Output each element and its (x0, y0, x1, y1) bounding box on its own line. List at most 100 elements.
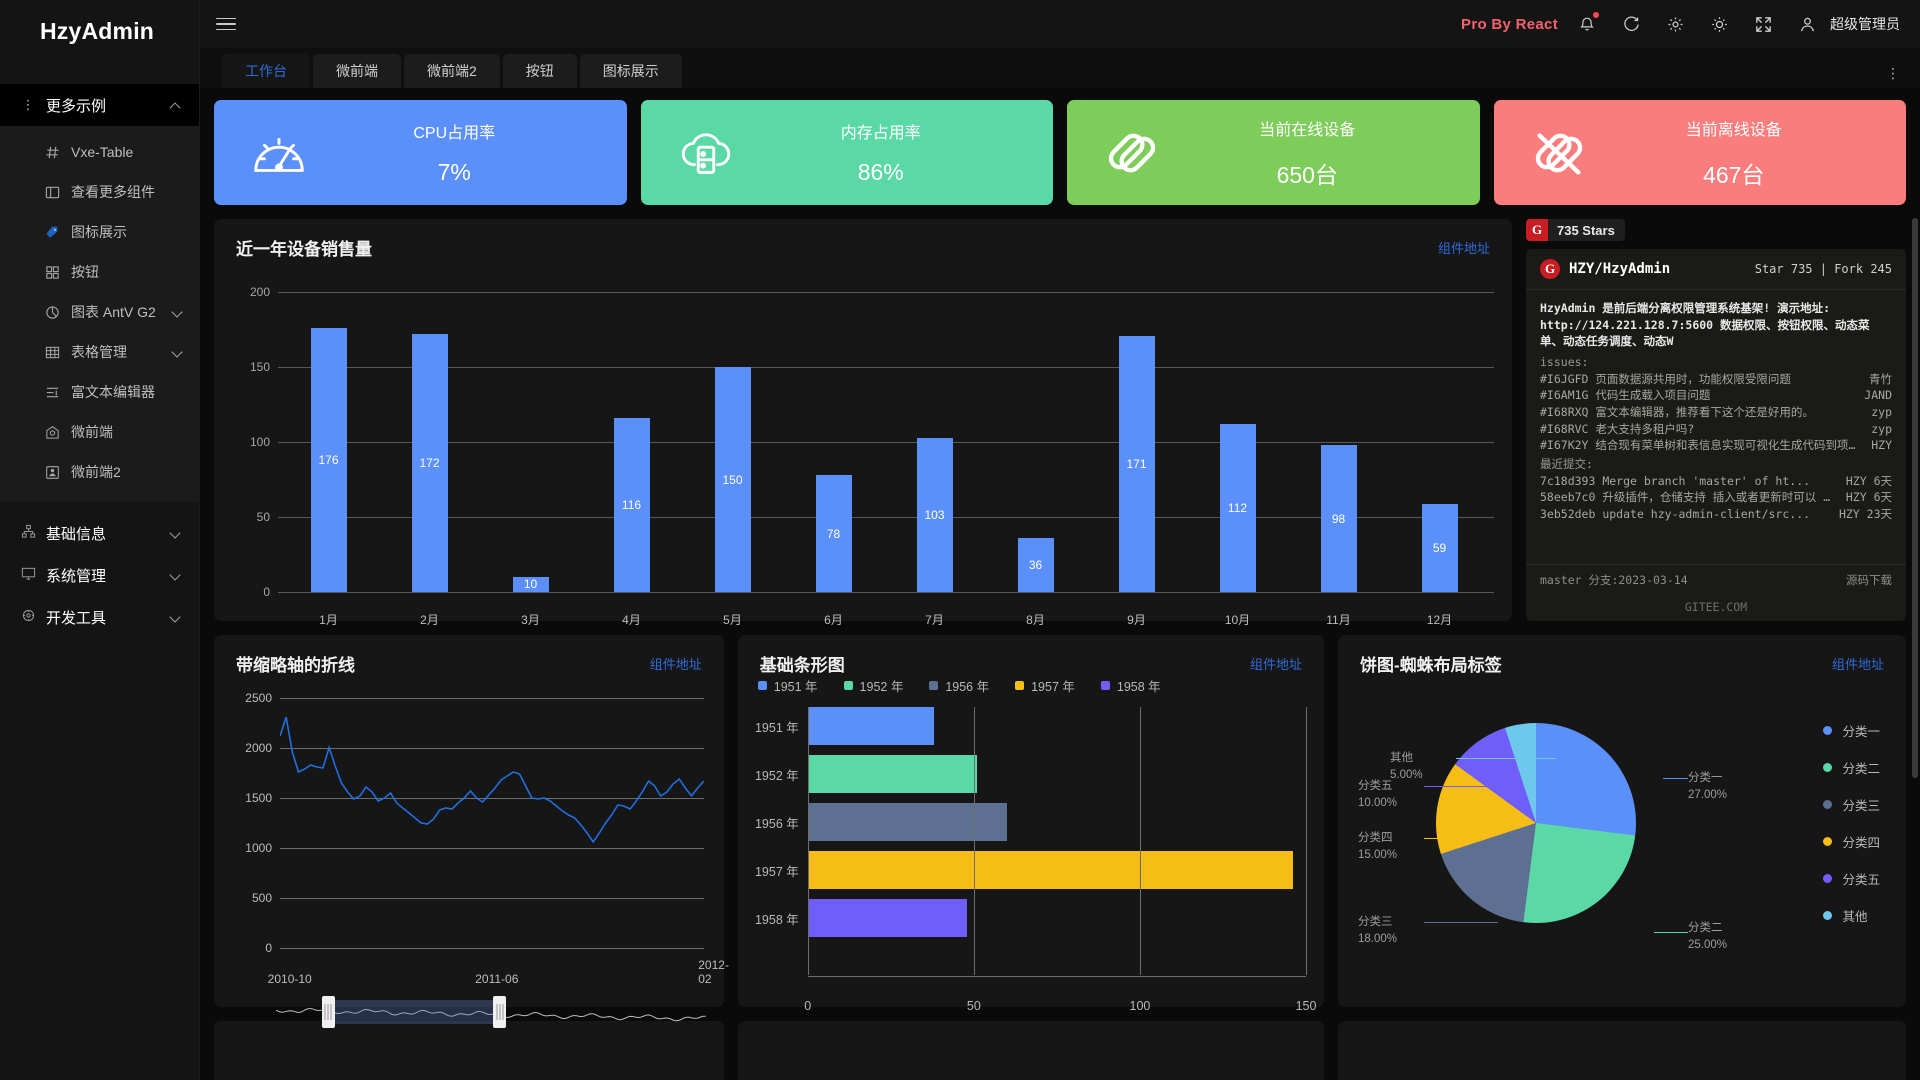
bar[interactable] (807, 755, 978, 793)
pro-by-react-label[interactable]: Pro By React (1461, 16, 1558, 33)
sidebar-item-buttons[interactable]: 按钮 (0, 252, 199, 292)
sidebar-item-vxe-table[interactable]: Vxe-Table (0, 132, 199, 172)
bar-column[interactable]: 36 (985, 292, 1086, 592)
legend-item[interactable]: 1957 年 (1015, 676, 1075, 695)
sidebar-item-more-components[interactable]: 查看更多组件 (0, 172, 199, 212)
source-download-link[interactable]: 源码下载 (1846, 572, 1892, 588)
tab-micro-app[interactable]: 微前端 (313, 54, 401, 88)
legend-item[interactable]: 1956 年 (929, 676, 989, 695)
component-link[interactable]: 组件地址 (1832, 654, 1884, 673)
issue-row[interactable]: #I68RVC 老大支持多租户吗? zyp (1540, 421, 1892, 438)
stat-card-online-devices[interactable]: 当前在线设备 650台 (1067, 100, 1480, 205)
issue-row[interactable]: #I67K2Y 结合现有菜单树和表信息实现可视化生成代码到项目工程中 HZY (1540, 437, 1892, 454)
chart-range-slider[interactable] (276, 992, 706, 1032)
legend-item[interactable]: 1951 年 (757, 676, 818, 695)
legend-item[interactable]: 1958 年 (1100, 676, 1161, 695)
sidebar-group-more-examples[interactable]: ⋮ 更多示例 (0, 84, 199, 126)
bar[interactable] (807, 707, 934, 745)
gear-icon[interactable] (1660, 9, 1690, 39)
sidebar-item-table-manage[interactable]: 表格管理 (0, 332, 199, 372)
bar[interactable]: 103 (916, 437, 953, 592)
layout-icon (44, 184, 60, 200)
bar-row[interactable]: 1957 年 (752, 851, 1306, 889)
slider-selection[interactable] (327, 1000, 500, 1024)
stat-card-memory[interactable]: 内存占用率 86% (640, 100, 1053, 205)
tab-buttons[interactable]: 按钮 (502, 54, 577, 88)
bar[interactable] (807, 851, 1293, 889)
bar[interactable]: 10 (512, 577, 549, 592)
refresh-icon[interactable] (1616, 9, 1646, 39)
bar[interactable]: 78 (815, 475, 852, 592)
bar[interactable] (807, 899, 968, 937)
pie-legend-item[interactable]: 其他 (1823, 906, 1880, 925)
bar[interactable]: 172 (411, 334, 448, 592)
bar[interactable]: 176 (310, 328, 347, 592)
bar-column[interactable]: 59 (1389, 292, 1490, 592)
bar-row[interactable]: 1958 年 (752, 899, 1306, 937)
bar[interactable]: 171 (1118, 335, 1155, 592)
stat-card-offline-devices[interactable]: 当前离线设备 467台 (1493, 100, 1906, 205)
legend-color-swatch (1823, 726, 1833, 735)
bar-row[interactable]: 1951 年 (752, 707, 1306, 745)
sidebar-group-dev-tools[interactable]: 开发工具 (0, 596, 199, 638)
issue-row[interactable]: #I6AM1G 代码生成载入项目问题 JAND (1540, 387, 1892, 404)
pie-label-percent: 5.00% (1390, 768, 1423, 781)
bar-row[interactable]: 1952 年 (752, 755, 1306, 793)
vertical-scrollbar[interactable] (1912, 218, 1918, 778)
bar[interactable]: 150 (714, 367, 751, 592)
sidebar-item-antv-g2[interactable]: 图表 AntV G2 (0, 292, 199, 332)
bar-column[interactable]: 150 (682, 292, 783, 592)
hamburger-icon[interactable] (216, 17, 236, 31)
sidebar-group-basic-info[interactable]: 基础信息 (0, 512, 199, 554)
component-link[interactable]: 组件地址 (1438, 238, 1490, 257)
stars-badge[interactable]: G 735 Stars (1526, 219, 1625, 241)
pie-legend-item[interactable]: 分类二 (1823, 758, 1880, 777)
sidebar-item-micro-app[interactable]: 微前端 (0, 412, 199, 452)
bar-column[interactable]: 103 (884, 292, 985, 592)
commit-row[interactable]: 58eeb7c0 升级插件，仓储支持 插入或者更新时可以 忽略某个字段 HZY 6… (1540, 489, 1892, 506)
sidebar-item-icons[interactable]: 图标展示 (0, 212, 199, 252)
bar[interactable]: 116 (613, 418, 650, 592)
bar[interactable]: 112 (1219, 424, 1256, 592)
sidebar-item-micro-app2[interactable]: 微前端2 (0, 452, 199, 492)
tab-micro-app2[interactable]: 微前端2 (404, 54, 500, 88)
sidebar-group-system-manage[interactable]: 系统管理 (0, 554, 199, 596)
sun-icon[interactable] (1704, 9, 1734, 39)
user-menu[interactable]: 超级管理员 (1792, 9, 1900, 39)
component-link[interactable]: 组件地址 (1250, 654, 1302, 673)
commit-row[interactable]: 3eb52deb update hzy-admin-client/src... H… (1540, 506, 1892, 523)
bar[interactable]: 59 (1421, 503, 1458, 592)
bar-column[interactable]: 176 (278, 292, 379, 592)
sidebar-item-label: 查看更多组件 (71, 184, 155, 200)
stat-card-cpu[interactable]: CPU占用率 7% (214, 100, 627, 205)
commit-row[interactable]: 7c18d393 Merge branch 'master' of ht... H… (1540, 473, 1892, 490)
bar-column[interactable]: 98 (1288, 292, 1389, 592)
bar-column[interactable]: 112 (1187, 292, 1288, 592)
bar-column[interactable]: 171 (1086, 292, 1187, 592)
pie-legend-item[interactable]: 分类四 (1823, 832, 1880, 851)
bar[interactable]: 98 (1320, 445, 1357, 592)
slider-handle-right[interactable] (493, 996, 507, 1028)
bar-column[interactable]: 116 (581, 292, 682, 592)
bar[interactable]: 36 (1017, 538, 1054, 592)
bar-column[interactable]: 172 (379, 292, 480, 592)
legend-item[interactable]: 1952 年 (843, 676, 903, 695)
component-link[interactable]: 组件地址 (650, 654, 702, 673)
pie-legend-item[interactable]: 分类五 (1823, 869, 1880, 888)
tab-icons[interactable]: 图标展示 (579, 54, 682, 88)
pie-legend-item[interactable]: 分类一 (1823, 721, 1880, 740)
sidebar-item-rich-text-editor[interactable]: 富文本编辑器 (0, 372, 199, 412)
bar-column[interactable]: 10 (480, 292, 581, 592)
tab-more-icon[interactable]: ⋮ (1880, 65, 1906, 88)
issue-row[interactable]: #I68RXQ 富文本编辑器，推荐看下这个还是好用的。 zyp (1540, 404, 1892, 421)
bell-icon[interactable] (1572, 9, 1602, 39)
bar-column[interactable]: 78 (783, 292, 884, 592)
bar-row[interactable]: 1956 年 (752, 803, 1306, 841)
tab-workbench[interactable]: 工作台 (222, 54, 310, 88)
fullscreen-exit-icon[interactable] (1748, 9, 1778, 39)
pie-legend-item[interactable]: 分类三 (1823, 795, 1880, 814)
slider-handle-left[interactable] (321, 996, 335, 1028)
repo-name[interactable]: HZY/HzyAdmin (1569, 261, 1755, 277)
bar[interactable] (807, 803, 1008, 841)
issue-row[interactable]: #I6JGFD 页面数据源共用时，功能权限受限问题 青竹 (1540, 371, 1892, 388)
